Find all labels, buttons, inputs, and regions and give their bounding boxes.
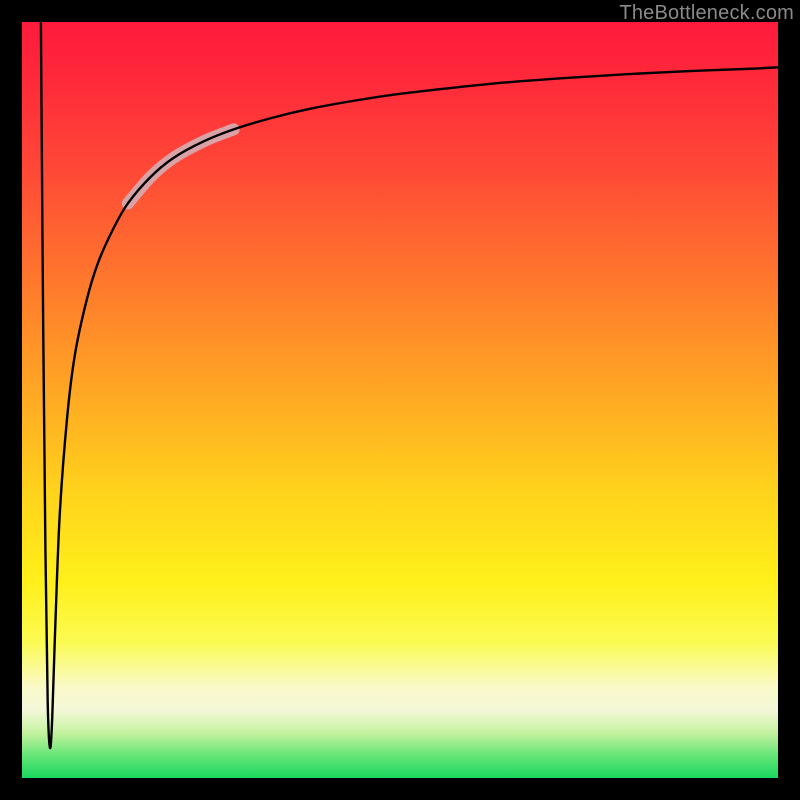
highlight-segment [128,129,234,203]
curve-layer [22,22,778,778]
plot-area [22,22,778,778]
main-curve [41,22,778,748]
chart-frame: TheBottleneck.com [0,0,800,800]
attribution-text: TheBottleneck.com [619,2,794,25]
